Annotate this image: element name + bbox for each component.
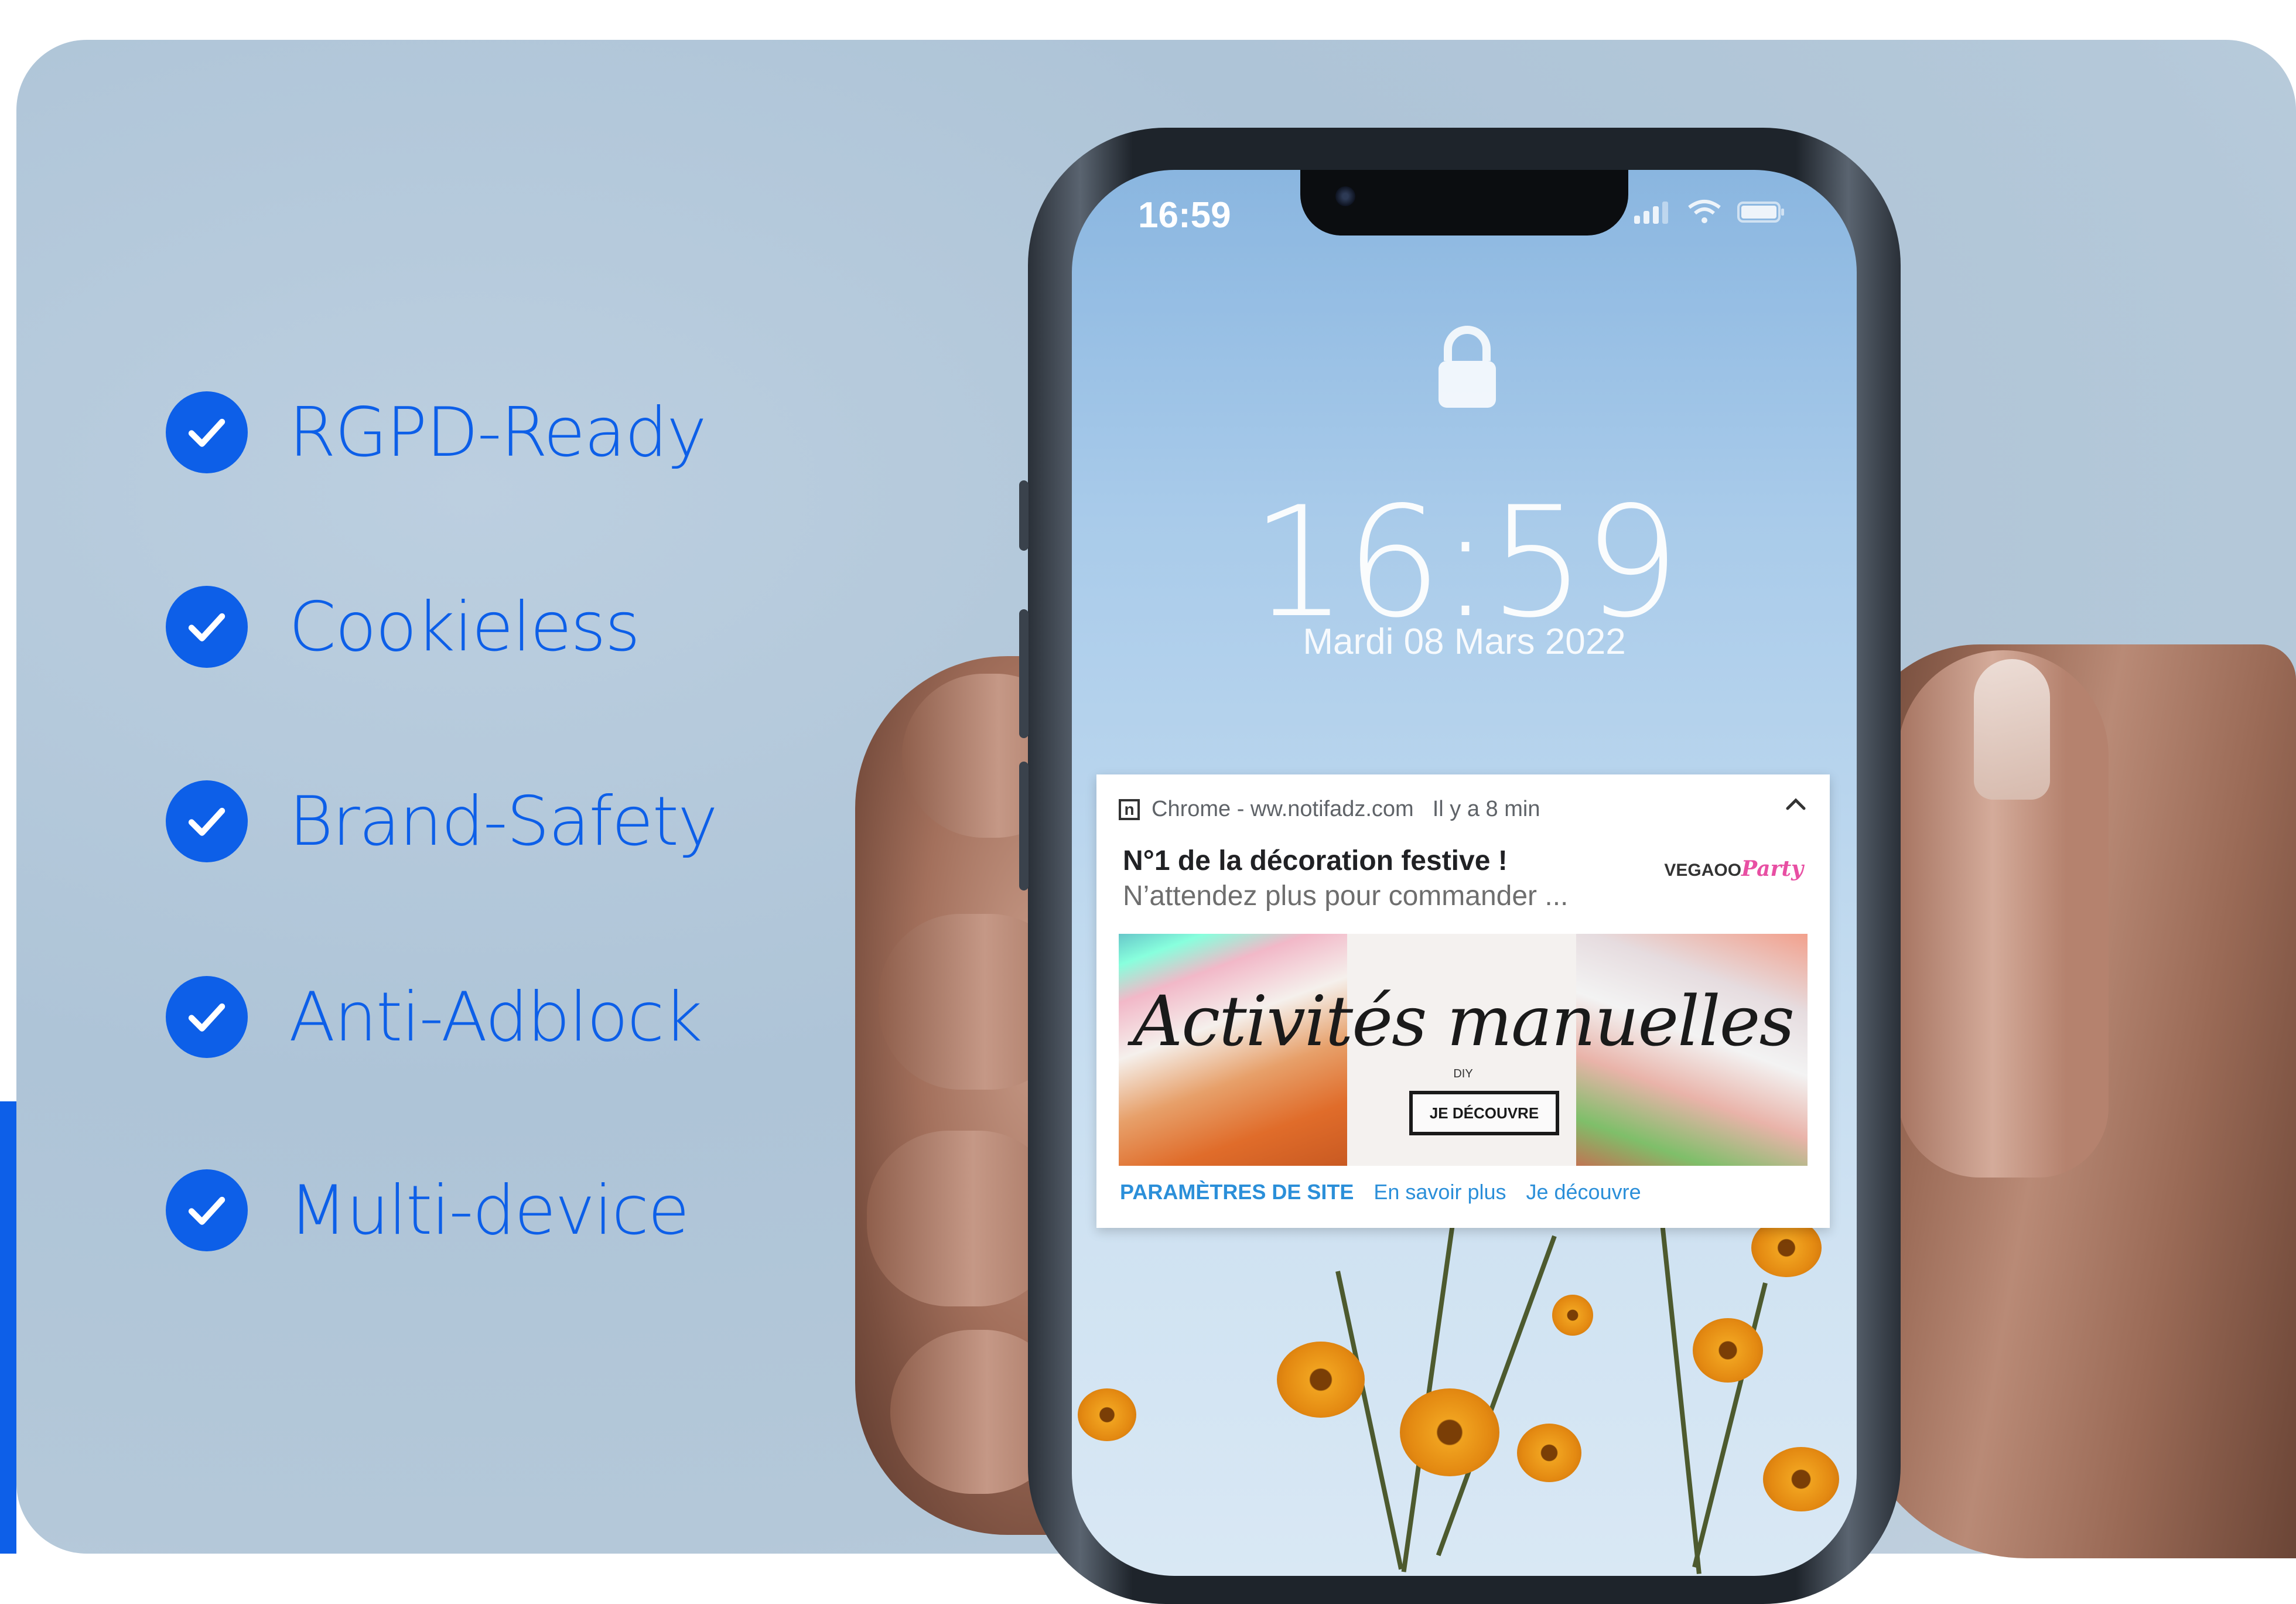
app-icon: n bbox=[1119, 798, 1140, 820]
discover-button[interactable]: Je découvre bbox=[1526, 1180, 1641, 1204]
feature-label: Anti-Adblock bbox=[289, 977, 703, 1057]
side-button bbox=[1019, 609, 1029, 738]
flower-stem bbox=[1335, 1271, 1404, 1570]
feature-item: Brand-Safety bbox=[166, 780, 718, 862]
feature-item: Multi-device bbox=[166, 1169, 689, 1251]
notification-body: N’attendez plus pour commander ... bbox=[1123, 881, 1569, 912]
chevron-up-icon[interactable] bbox=[1784, 796, 1808, 816]
check-circle-icon bbox=[166, 1169, 248, 1251]
check-circle-icon bbox=[166, 976, 248, 1058]
banner-cta-button[interactable]: JE DÉCOUVRE bbox=[1409, 1091, 1559, 1135]
notification-title: N°1 de la décoration festive ! bbox=[1123, 845, 1508, 876]
lock-screen-date: Mardi 08 Mars 2022 bbox=[1303, 622, 1626, 662]
signal-icon bbox=[1634, 202, 1672, 227]
side-button bbox=[1019, 480, 1029, 551]
feature-label: Multi-device bbox=[289, 1170, 689, 1250]
flower bbox=[1517, 1424, 1581, 1482]
notification-banner-image[interactable]: Activités manuelles DIY JE DÉCOUVRE bbox=[1119, 934, 1808, 1166]
thumbnail-nail bbox=[1974, 659, 2050, 800]
check-circle-icon bbox=[166, 780, 248, 862]
banner-subtitle: DIY bbox=[1453, 1067, 1473, 1080]
check-circle-icon bbox=[166, 391, 248, 473]
notification-header: n Chrome - ww.notifadz.com Il y a 8 min bbox=[1119, 797, 1540, 822]
flower bbox=[1693, 1318, 1763, 1383]
accent-bar bbox=[0, 1101, 16, 1554]
feature-label: RGPD-Ready bbox=[289, 393, 707, 472]
banner-title: Activités manuelles bbox=[1132, 981, 1795, 1062]
feature-label: Cookieless bbox=[289, 587, 640, 667]
brand-logo: VEGAOOParty bbox=[1664, 856, 1803, 881]
learn-more-button[interactable]: En savoir plus bbox=[1374, 1180, 1506, 1204]
flower bbox=[1552, 1295, 1593, 1336]
lock-icon bbox=[1435, 322, 1499, 413]
camera-icon bbox=[1335, 186, 1355, 206]
flower bbox=[1078, 1388, 1136, 1441]
push-notification[interactable]: n Chrome - ww.notifadz.com Il y a 8 min … bbox=[1096, 774, 1830, 1228]
check-circle-icon bbox=[166, 586, 248, 668]
feature-item: RGPD-Ready bbox=[166, 391, 707, 473]
site-settings-button[interactable]: PARAMÈTRES DE SITE bbox=[1120, 1180, 1354, 1204]
notification-source: Chrome - ww.notifadz.com bbox=[1152, 797, 1414, 821]
side-button bbox=[1019, 762, 1029, 890]
status-time: 16:59 bbox=[1138, 195, 1231, 236]
notification-time: Il y a 8 min bbox=[1432, 797, 1540, 821]
feature-label: Brand-Safety bbox=[289, 781, 718, 861]
battery-icon bbox=[1737, 200, 1785, 227]
feature-item: Anti-Adblock bbox=[166, 976, 703, 1058]
flower bbox=[1763, 1447, 1839, 1511]
status-icons bbox=[1634, 199, 1785, 227]
flower bbox=[1400, 1388, 1499, 1476]
flower bbox=[1277, 1342, 1365, 1418]
feature-item: Cookieless bbox=[166, 586, 640, 668]
wifi-icon bbox=[1687, 199, 1722, 227]
notification-actions: PARAMÈTRES DE SITE En savoir plus Je déc… bbox=[1120, 1180, 1641, 1204]
flower-stem bbox=[1658, 1200, 1702, 1574]
